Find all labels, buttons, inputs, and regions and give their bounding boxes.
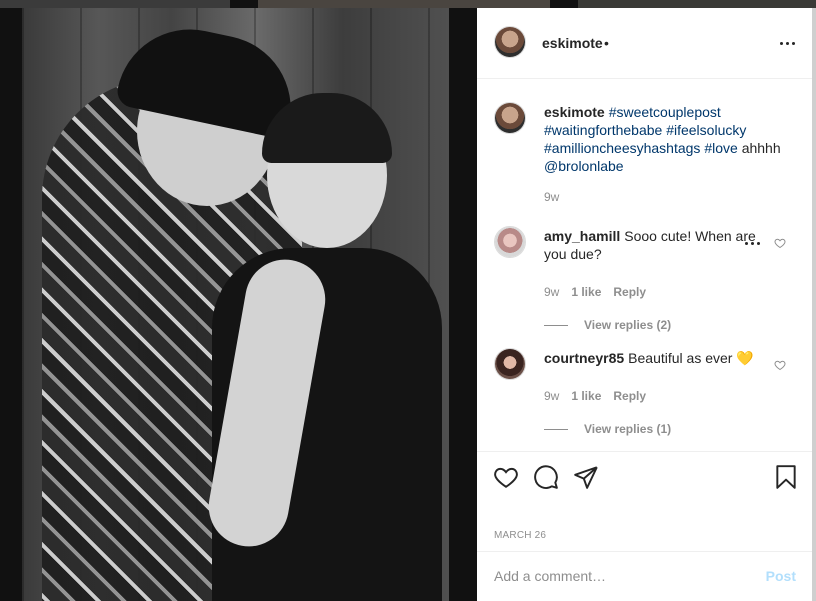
comments-list[interactable]: eskimote #sweetcouplepost #waitingfortheb…: [477, 80, 812, 450]
feed-thumbnail[interactable]: [812, 8, 816, 601]
share-icon[interactable]: [573, 464, 599, 490]
caption-text: ahhhh: [741, 140, 781, 156]
view-replies-toggle[interactable]: View replies (2): [544, 318, 671, 332]
hashtag-link[interactable]: #amillioncheesyhashtags: [544, 140, 700, 156]
caption-time[interactable]: 9w: [544, 190, 559, 204]
bookmark-icon[interactable]: [773, 464, 799, 490]
comment-likes[interactable]: 1 like: [571, 285, 601, 299]
reply-button[interactable]: Reply: [613, 285, 646, 299]
heart-icon[interactable]: [774, 237, 786, 249]
feed-thumbnail[interactable]: [578, 0, 816, 8]
hashtag-link[interactable]: #love: [704, 140, 737, 156]
mention-link[interactable]: @brolonlabe: [544, 158, 624, 174]
comment-text: amy_hamill Sooo cute! When are you due?: [544, 227, 759, 263]
replies-divider: [544, 324, 568, 326]
post-photo[interactable]: [22, 8, 449, 601]
feed-thumbnail[interactable]: [258, 0, 550, 8]
comment-likes[interactable]: 1 like: [571, 389, 601, 403]
header-dot: •: [604, 35, 609, 51]
comment-text: courtneyr85 Beautiful as ever 💛: [544, 349, 759, 367]
comment-username[interactable]: amy_hamill: [544, 228, 620, 244]
view-replies-label[interactable]: View replies (2): [584, 318, 671, 332]
post-header: eskimote •: [477, 8, 812, 79]
hashtag-link[interactable]: #ifeelsolucky: [666, 122, 746, 138]
hashtag-link[interactable]: #waitingforthebabe: [544, 122, 662, 138]
comment-options-icon[interactable]: [745, 242, 760, 245]
comment-body: Beautiful as ever 💛: [628, 350, 754, 366]
post-date[interactable]: MARCH 26: [494, 530, 546, 541]
caption-username[interactable]: eskimote: [544, 104, 605, 120]
reply-button[interactable]: Reply: [613, 389, 646, 403]
avatar[interactable]: [494, 26, 526, 58]
avatar[interactable]: [494, 102, 526, 134]
post-username[interactable]: eskimote: [542, 35, 603, 51]
post-button[interactable]: Post: [766, 568, 796, 584]
heart-icon[interactable]: [774, 359, 786, 371]
post-detail-panel: eskimote • eskimote #sweetcouplepost #wai…: [477, 8, 812, 601]
comment-time[interactable]: 9w: [544, 389, 559, 403]
hashtag-link[interactable]: #sweetcouplepost: [609, 104, 721, 120]
comment-icon[interactable]: [533, 464, 559, 490]
comment-time[interactable]: 9w: [544, 285, 559, 299]
comment-meta: 9w 1 like Reply: [544, 389, 646, 403]
view-replies-toggle[interactable]: View replies (1): [544, 422, 671, 436]
avatar[interactable]: [494, 348, 526, 380]
post-actions: MARCH 26: [477, 451, 812, 551]
view-replies-label[interactable]: View replies (1): [584, 422, 671, 436]
avatar[interactable]: [494, 226, 526, 258]
add-comment-bar: Post: [477, 551, 812, 601]
comment-username[interactable]: courtneyr85: [544, 350, 624, 366]
comment-input[interactable]: [494, 566, 744, 586]
caption: eskimote #sweetcouplepost #waitingfortheb…: [544, 103, 794, 175]
heart-icon[interactable]: [493, 464, 519, 490]
more-options-icon[interactable]: [780, 42, 795, 45]
comment-meta: 9w 1 like Reply: [544, 285, 646, 299]
replies-divider: [544, 428, 568, 430]
feed-thumbnail[interactable]: [0, 0, 230, 8]
